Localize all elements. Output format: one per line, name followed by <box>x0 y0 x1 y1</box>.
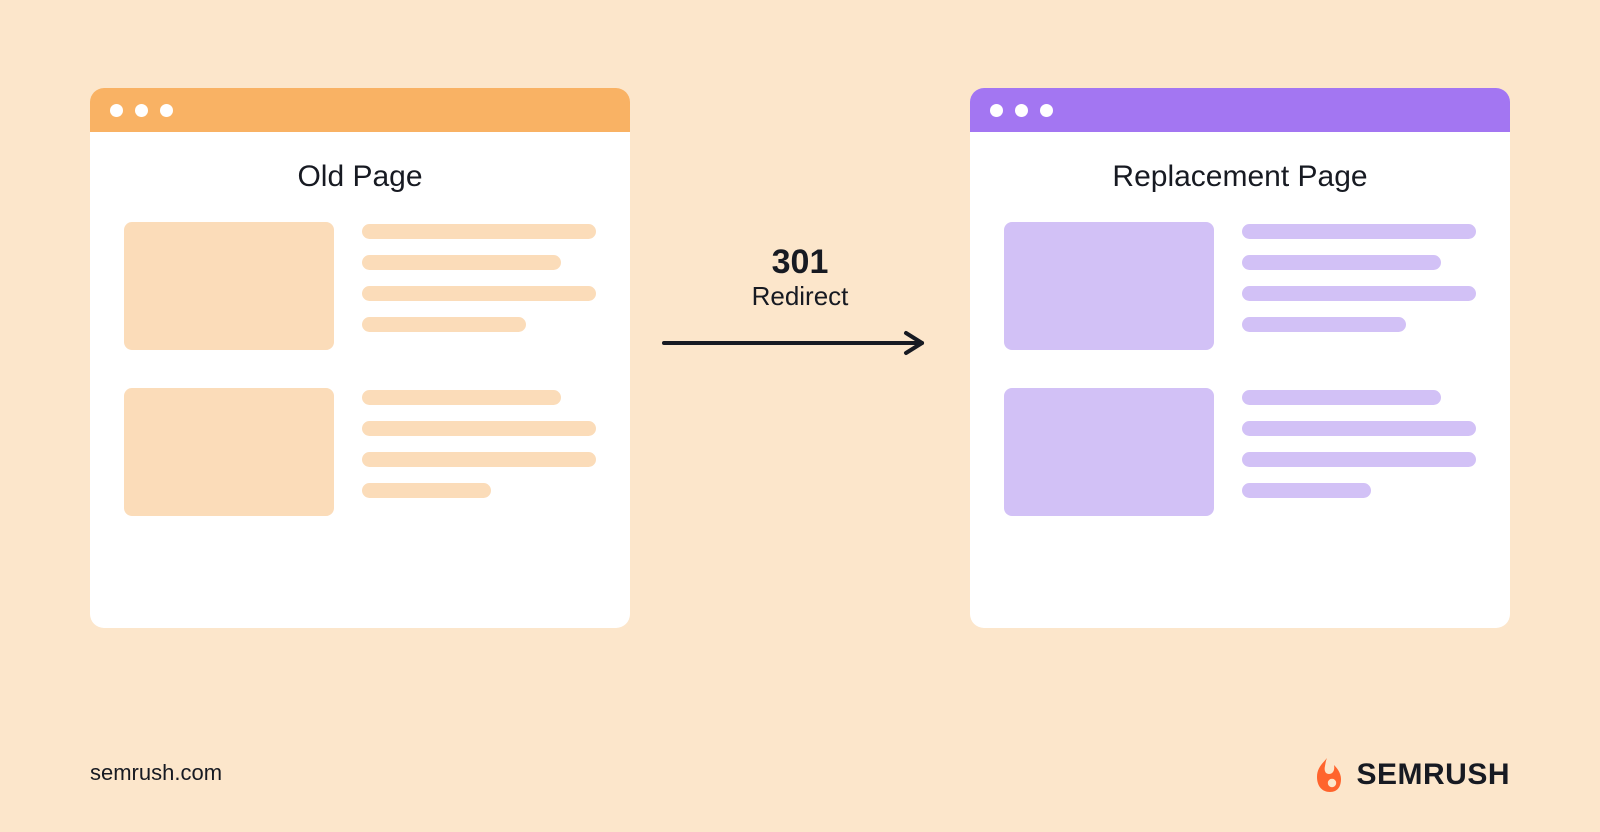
redirect-indicator: 301 Redirect <box>660 245 940 358</box>
text-line <box>362 286 596 301</box>
text-line <box>1242 483 1371 498</box>
text-line <box>1242 255 1441 270</box>
page-body-old: Old Page <box>90 132 630 516</box>
content-row <box>1004 388 1476 516</box>
text-line <box>1242 421 1476 436</box>
text-line <box>1242 317 1406 332</box>
text-lines <box>362 222 596 350</box>
content-row <box>124 388 596 516</box>
page-title-new: Replacement Page <box>1004 160 1476 194</box>
window-dot-icon <box>1015 104 1028 117</box>
brand-logo: SEMRUSH <box>1308 756 1510 794</box>
text-lines <box>362 388 596 516</box>
diagram-canvas: Old Page 30 <box>0 0 1600 832</box>
text-line <box>1242 452 1476 467</box>
brand-name: SEMRUSH <box>1356 758 1510 792</box>
text-line <box>362 483 491 498</box>
redirect-label: Redirect <box>660 281 940 312</box>
content-row <box>1004 222 1476 350</box>
text-line <box>362 317 526 332</box>
window-dot-icon <box>990 104 1003 117</box>
text-line <box>362 421 596 436</box>
text-lines <box>1242 388 1476 516</box>
redirect-code: 301 <box>660 245 940 279</box>
text-line <box>362 224 596 239</box>
window-dot-icon <box>110 104 123 117</box>
content-row <box>124 222 596 350</box>
thumbnail-placeholder <box>1004 222 1214 350</box>
arrow-right-icon <box>660 328 940 358</box>
text-line <box>1242 390 1441 405</box>
text-line <box>362 255 561 270</box>
text-line <box>1242 224 1476 239</box>
browser-old-page: Old Page <box>90 88 630 628</box>
text-line <box>362 452 596 467</box>
page-body-new: Replacement Page <box>970 132 1510 516</box>
window-dot-icon <box>1040 104 1053 117</box>
semrush-fire-icon <box>1308 756 1346 794</box>
browser-replacement-page: Replacement Page <box>970 88 1510 628</box>
text-line <box>362 390 561 405</box>
text-lines <box>1242 222 1476 350</box>
thumbnail-placeholder <box>124 222 334 350</box>
window-titlebar-old <box>90 88 630 132</box>
window-dot-icon <box>160 104 173 117</box>
window-titlebar-new <box>970 88 1510 132</box>
thumbnail-placeholder <box>124 388 334 516</box>
thumbnail-placeholder <box>1004 388 1214 516</box>
window-dot-icon <box>135 104 148 117</box>
footer-url: semrush.com <box>90 760 222 786</box>
text-line <box>1242 286 1476 301</box>
page-title-old: Old Page <box>124 160 596 194</box>
